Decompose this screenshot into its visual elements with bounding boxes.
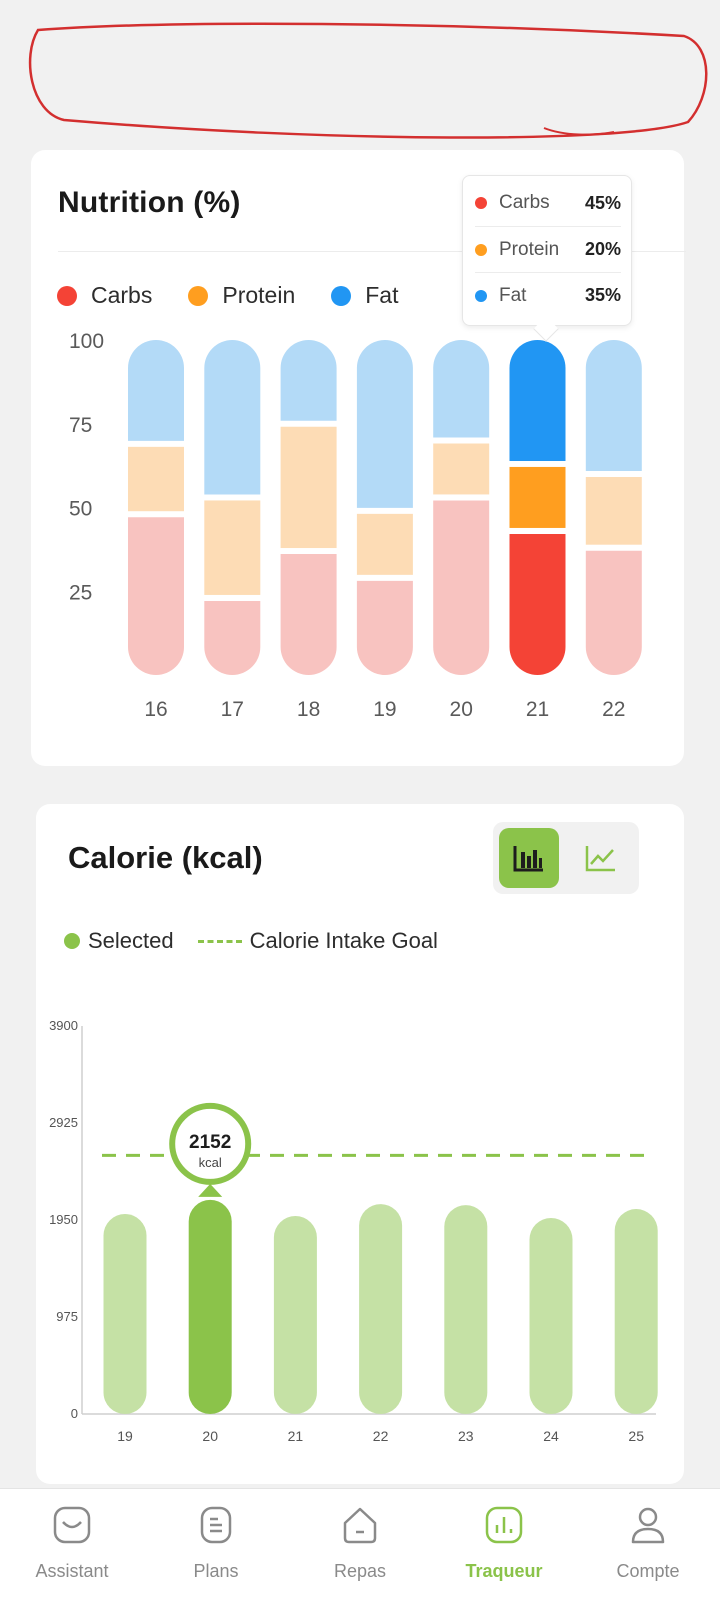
x-tick-label: 23 — [458, 1428, 474, 1444]
nav-item-plans[interactable]: Plans — [144, 1489, 288, 1600]
x-tick-label: 18 — [297, 698, 320, 721]
bar-segment-fat — [356, 340, 413, 508]
bar — [273, 1216, 317, 1414]
bar-segment-protein — [585, 477, 642, 545]
bar-segment-carbs — [204, 600, 261, 675]
callout-arrow — [198, 1183, 223, 1197]
bar-segment-protein — [356, 513, 413, 575]
y-tick-label: 50 — [69, 498, 92, 521]
bar-segment-carbs — [585, 550, 642, 675]
y-tick-label: 0 — [71, 1406, 78, 1421]
tooltip-row-fat: Fat 35% — [475, 272, 621, 318]
user-icon — [626, 1503, 670, 1547]
bar-segment-protein — [509, 466, 566, 528]
protein-dot-icon — [475, 243, 487, 256]
nav-label: Plans — [193, 1561, 239, 1581]
bar-segment-fat — [585, 340, 642, 471]
nav-label: Compte — [616, 1561, 680, 1581]
chat-bubble-icon — [50, 1503, 94, 1547]
x-tick-label: 20 — [450, 698, 473, 721]
x-tick-label: 21 — [526, 698, 549, 721]
bar-segment-fat — [128, 340, 184, 441]
calorie-chart: 3900 2925 1950 975 0 19 20 21 22 23 24 25 2152 kcal — [49, 1018, 658, 1444]
bar-segment-protein — [204, 500, 261, 595]
bar-segment-fat — [433, 340, 490, 438]
bar-segment-carbs — [433, 500, 490, 675]
x-tick-label: 25 — [628, 1428, 644, 1444]
x-tick-label: 19 — [117, 1428, 133, 1444]
bar-segment-fat — [204, 340, 261, 495]
x-tick-label: 17 — [221, 698, 244, 721]
x-tick-label: 22 — [602, 698, 625, 721]
x-tick-label: 16 — [144, 698, 167, 721]
bar-selected — [188, 1199, 232, 1414]
tooltip-label: Protein — [499, 238, 560, 260]
nav-item-traqueur[interactable]: Traqueur — [432, 1489, 576, 1600]
tooltip-label: Carbs — [499, 192, 550, 213]
y-tick-label: 975 — [56, 1309, 78, 1324]
selected-unit-label: kcal — [199, 1155, 222, 1170]
bottom-nav: Assistant Plans Repas Traqueur Compte — [0, 1488, 720, 1600]
nutrition-tooltip: Carbs 45% Protein 20% Fat 35% — [462, 175, 632, 326]
bar-segment-carbs — [509, 533, 566, 675]
tracker-chart-icon — [482, 1503, 526, 1547]
nav-item-compte[interactable]: Compte — [576, 1489, 720, 1600]
tooltip-row-protein: Protein 20% — [475, 226, 621, 272]
tooltip-value: 35% — [584, 285, 621, 305]
nav-label: Assistant — [35, 1561, 109, 1581]
y-tick-label: 1950 — [49, 1212, 78, 1227]
y-tick-label: 3900 — [49, 1018, 78, 1033]
bar-segment-carbs — [356, 580, 413, 675]
bar-segment-carbs — [280, 554, 337, 675]
bar — [444, 1205, 488, 1414]
tooltip-value: 45% — [584, 192, 621, 213]
x-tick-label: 24 — [543, 1428, 559, 1444]
x-tick-label: 20 — [202, 1428, 218, 1444]
document-icon — [194, 1503, 238, 1547]
carbs-dot-icon — [475, 197, 487, 209]
nav-item-repas[interactable]: Repas — [288, 1489, 432, 1600]
y-tick-label: 2925 — [49, 1115, 78, 1130]
bar-segment-fat — [509, 340, 566, 461]
bar-segment-protein — [433, 443, 490, 495]
y-tick-label: 25 — [69, 581, 92, 604]
red-annotation-scribble — [28, 22, 708, 139]
nav-label: Repas — [333, 1561, 387, 1581]
tooltip-row-carbs: Carbs 45% — [475, 180, 621, 226]
selected-value-label: 2152 — [189, 1132, 231, 1153]
fat-dot-icon — [475, 289, 487, 302]
bar — [103, 1214, 147, 1414]
bar-segment-protein — [280, 426, 337, 549]
bar-segment-fat — [280, 340, 337, 421]
bar-segment-protein — [128, 446, 184, 512]
bar — [529, 1218, 573, 1414]
y-tick-label: 75 — [69, 414, 92, 437]
x-tick-label: 21 — [288, 1428, 304, 1444]
nav-label: Traqueur — [465, 1561, 543, 1581]
home-icon — [338, 1503, 382, 1547]
nav-item-assistant[interactable]: Assistant — [0, 1489, 144, 1600]
bar-segment-carbs — [128, 517, 184, 675]
x-tick-label: 19 — [373, 698, 396, 721]
tooltip-value: 20% — [584, 239, 621, 259]
tooltip-label: Fat — [499, 284, 527, 306]
bar — [359, 1204, 403, 1414]
calorie-card: Calorie (kcal) Selected Calorie Intake G… — [36, 804, 684, 1484]
y-tick-label: 100 — [69, 330, 104, 353]
x-tick-label: 22 — [373, 1428, 389, 1444]
bar — [614, 1209, 658, 1414]
